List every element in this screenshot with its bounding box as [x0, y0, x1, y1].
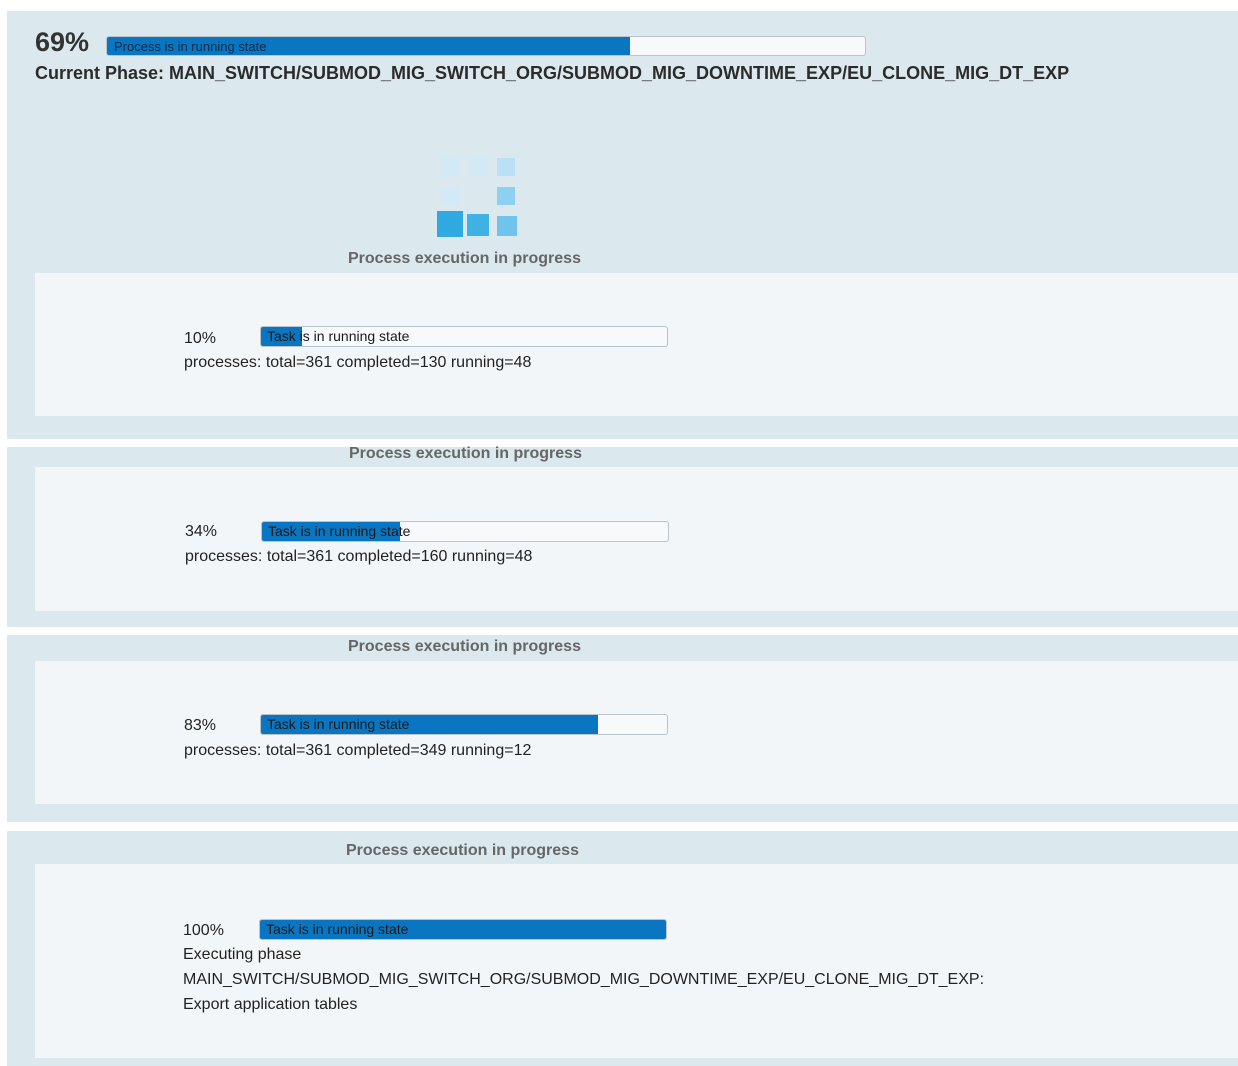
task-progress-bar: Task is in running state	[261, 521, 669, 542]
process-counts: processes: total=361 completed=160 runni…	[185, 548, 533, 565]
execution-status-label: Process execution in progress	[346, 842, 579, 859]
process-counts: processes: total=361 completed=349 runni…	[184, 742, 532, 759]
overall-progress-panel: 69% Process is in running state Current …	[7, 11, 1238, 439]
execution-status-label: Process execution in progress	[348, 250, 581, 267]
task-progress-text: Task is in running state	[267, 716, 410, 732]
task-progress-bar: Task is in running state	[260, 714, 668, 735]
task-percent: 83%	[184, 717, 217, 734]
task-progress-box: 83% Task is in running state processes: …	[35, 661, 1238, 804]
task-progress-box: 100% Task is in running state Executing …	[35, 864, 1238, 1058]
task-progress-box: 10% Task is in running state processes: …	[35, 273, 1238, 416]
overall-progress-text: Process is in running state	[114, 39, 267, 54]
executing-phase-label: Executing phase	[183, 946, 302, 963]
task-percent: 10%	[184, 330, 217, 347]
loading-squares-icon	[437, 158, 521, 240]
snapshot-panel-4: Process execution in progress 100% Task …	[7, 831, 1238, 1066]
executing-phase-description: Export application tables	[183, 996, 358, 1013]
execution-status-label: Process execution in progress	[348, 638, 581, 655]
task-progress-bar: Task is in running state	[260, 326, 668, 347]
executing-phase-path: MAIN_SWITCH/SUBMOD_MIG_SWITCH_ORG/SUBMOD…	[183, 971, 985, 988]
task-progress-text: Task is in running state	[267, 328, 410, 344]
snapshot-panel-3: Process execution in progress 83% Task i…	[7, 635, 1238, 822]
task-progress-box: 34% Task is in running state processes: …	[35, 467, 1238, 611]
snapshot-panel-2: Process execution in progress 34% Task i…	[7, 445, 1238, 627]
process-counts: processes: total=361 completed=130 runni…	[184, 354, 532, 371]
task-percent: 34%	[185, 523, 218, 540]
overall-progress-bar: Process is in running state	[106, 36, 866, 56]
task-progress-text: Task is in running state	[266, 921, 409, 937]
current-phase: Current Phase: MAIN_SWITCH/SUBMOD_MIG_SW…	[35, 63, 1070, 83]
overall-percent: 69%	[35, 27, 90, 57]
execution-status-label: Process execution in progress	[349, 445, 582, 462]
task-progress-bar: Task is in running state	[259, 919, 667, 940]
task-percent: 100%	[183, 922, 224, 939]
task-progress-text: Task is in running state	[268, 523, 411, 539]
